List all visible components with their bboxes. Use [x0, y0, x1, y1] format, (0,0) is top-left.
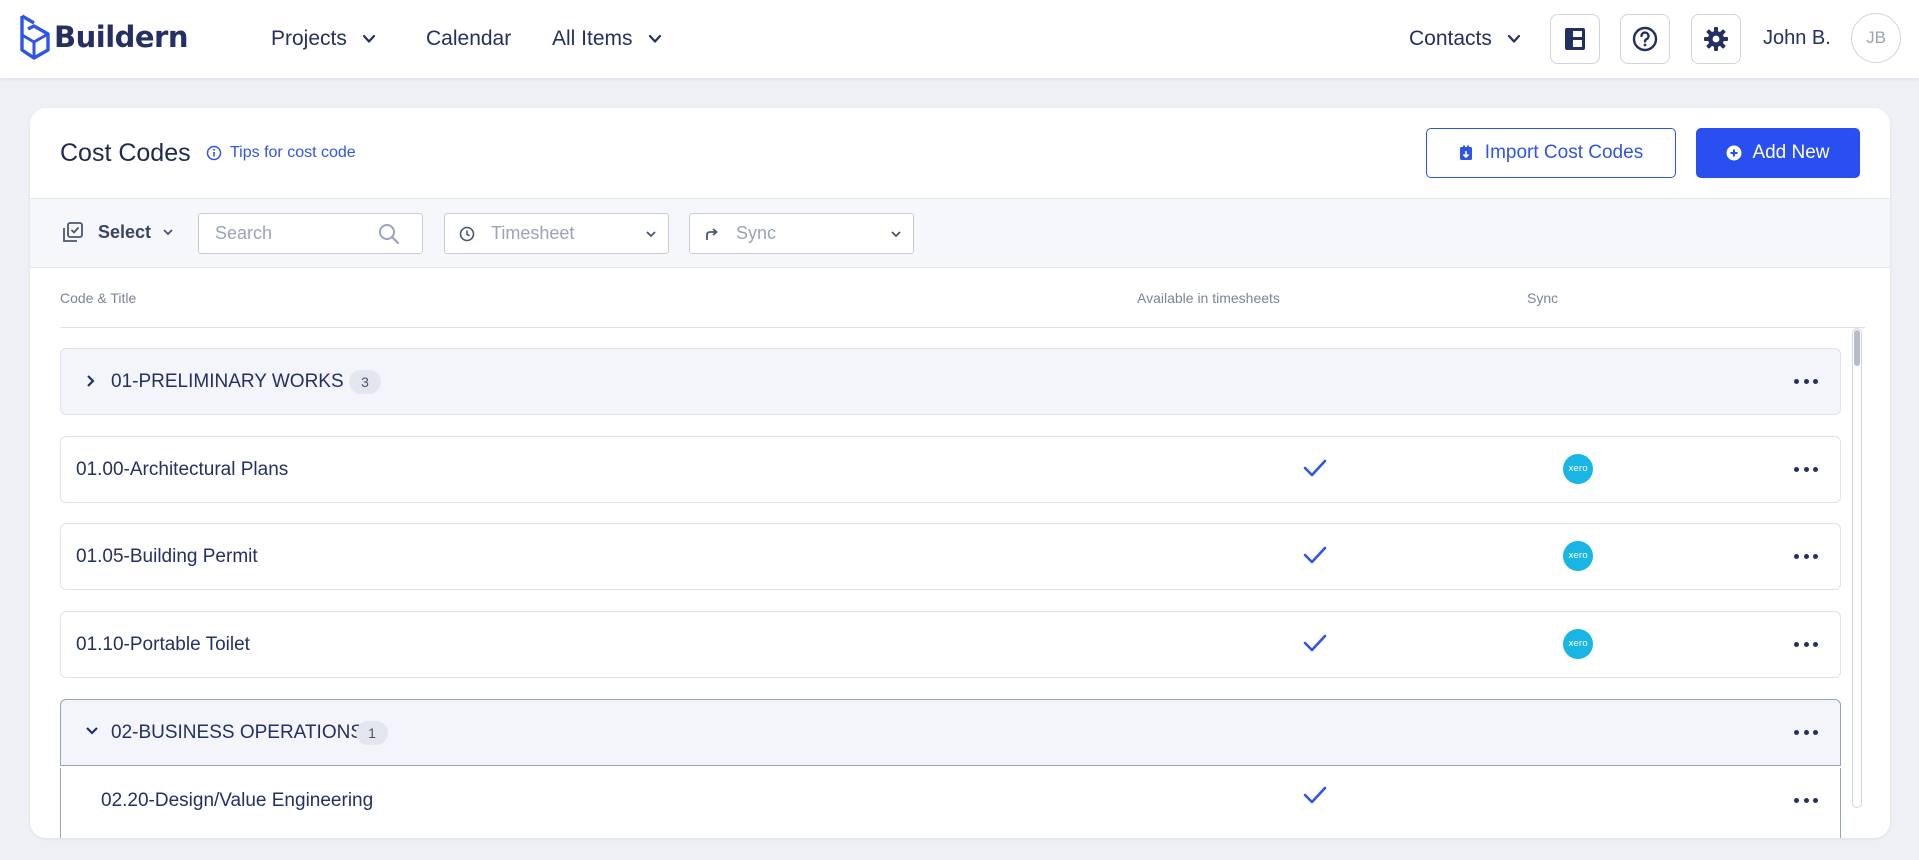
avatar[interactable]: JB [1851, 13, 1901, 63]
cost-code-title: 01.10-Portable Toilet [76, 634, 250, 655]
group-row[interactable]: 02-BUSINESS OPERATIONS 1 [60, 699, 1841, 766]
chevron-down-icon[interactable] [85, 725, 99, 737]
search-input[interactable] [215, 223, 375, 244]
cost-code-title: 01.00-Architectural Plans [76, 459, 289, 480]
sync-filter[interactable]: Sync [689, 213, 914, 254]
chevron-down-icon [891, 231, 901, 238]
timesheet-filter[interactable]: Timesheet [444, 213, 669, 254]
nav-contacts[interactable]: Contacts [1409, 24, 1522, 54]
nav-all-items-label: All Items [552, 27, 633, 50]
import-cost-codes-button[interactable]: Import Cost Codes [1426, 128, 1676, 178]
clock-icon [459, 226, 475, 241]
chevron-down-icon [1507, 34, 1520, 43]
xero-sync-icon: xero [1563, 454, 1593, 484]
avatar-initials: JB [1866, 28, 1886, 47]
chevron-down-icon [648, 34, 661, 43]
page-title: Cost Codes [60, 139, 191, 167]
sync-placeholder: Sync [736, 223, 777, 243]
xero-label: xero [1568, 639, 1588, 649]
chevron-down-icon [646, 231, 656, 238]
share-arrow-icon [706, 227, 718, 240]
filter-bar: Select Timesheet Sync [30, 199, 1890, 268]
xero-label: xero [1568, 551, 1588, 561]
table-row[interactable]: 02.20-Design/Value Engineering [60, 768, 1841, 838]
add-new-button[interactable]: Add New [1696, 128, 1860, 178]
add-new-label: Add New [1752, 142, 1830, 163]
column-header-sync: Sync [1527, 290, 1559, 306]
user-name[interactable]: John B. [1763, 27, 1831, 50]
column-header-available: Available in timesheets [1137, 290, 1280, 306]
plus-circle-icon [1726, 145, 1742, 161]
app-logo[interactable]: Buildern [18, 12, 189, 62]
chevron-down-icon [163, 229, 173, 236]
dashboard-icon [1565, 28, 1585, 50]
dashboard-button[interactable] [1550, 14, 1600, 64]
app-name: Buildern [54, 20, 189, 54]
more-options-button[interactable] [1794, 634, 1818, 654]
select-checkbox-icon [63, 222, 83, 242]
cost-codes-card: Cost Codes Tips for cost code Import Cos… [30, 108, 1890, 838]
timesheet-placeholder: Timesheet [491, 223, 575, 243]
chevron-right-icon[interactable] [85, 374, 97, 388]
more-options-button[interactable] [1794, 790, 1818, 810]
table-row[interactable]: 01.05-Building Permit xero [60, 523, 1841, 590]
nav-calendar[interactable]: Calendar [426, 24, 511, 54]
more-options-button[interactable] [1794, 546, 1818, 566]
check-icon [1303, 459, 1327, 477]
tips-link[interactable]: Tips for cost code [206, 144, 356, 162]
import-cost-codes-label: Import Cost Codes [1484, 142, 1644, 163]
xero-label: xero [1568, 464, 1588, 474]
top-navbar: Buildern Projects Calendar All Items Con… [0, 0, 1919, 79]
nav-contacts-label: Contacts [1409, 27, 1492, 50]
more-options-button[interactable] [1794, 371, 1818, 391]
nav-projects[interactable]: Projects [271, 24, 377, 54]
chevron-down-icon [362, 34, 375, 43]
select-label: Select [98, 221, 152, 242]
scrollbar-track[interactable] [1852, 328, 1862, 808]
count-badge: 3 [349, 370, 381, 394]
table-row[interactable]: 01.00-Architectural Plans xero [60, 436, 1841, 503]
check-icon [1303, 634, 1327, 652]
import-icon [1459, 145, 1472, 160]
table-row[interactable]: 01.10-Portable Toilet xero [60, 611, 1841, 678]
xero-sync-icon: xero [1563, 629, 1593, 659]
help-icon [1632, 26, 1658, 52]
more-options-button[interactable] [1794, 722, 1818, 742]
nav-all-items[interactable]: All Items [552, 24, 663, 54]
more-options-button[interactable] [1794, 459, 1818, 479]
group-title: 02-BUSINESS OPERATIONS [111, 722, 363, 743]
cost-code-title: 01.05-Building Permit [76, 546, 258, 567]
help-button[interactable] [1620, 14, 1670, 64]
group-row[interactable]: 01-PRELIMINARY WORKS 3 [60, 348, 1841, 415]
column-header-code-title: Code & Title [60, 290, 137, 306]
buildern-logo-icon [20, 14, 50, 60]
count-badge: 1 [356, 721, 388, 745]
cost-code-title: 02.20-Design/Value Engineering [101, 790, 374, 811]
check-icon [1303, 786, 1327, 804]
info-icon [206, 145, 222, 161]
check-icon [1303, 546, 1327, 564]
card-header: Cost Codes Tips for cost code Import Cos… [30, 108, 1890, 199]
gear-icon [1704, 27, 1728, 51]
scrollbar-thumb[interactable] [1854, 330, 1860, 366]
settings-button[interactable] [1691, 14, 1741, 64]
nav-calendar-label: Calendar [426, 27, 512, 50]
group-title: 01-PRELIMINARY WORKS [111, 371, 344, 392]
xero-sync-icon: xero [1563, 541, 1593, 571]
nav-projects-label: Projects [271, 27, 347, 50]
tips-label: Tips for cost code [230, 144, 356, 161]
search-field[interactable] [198, 213, 423, 254]
header-divider [60, 327, 1865, 328]
cost-codes-table: Code & Title Available in timesheets Syn… [30, 268, 1890, 838]
select-dropdown[interactable]: Select [62, 221, 175, 243]
search-icon [379, 224, 400, 245]
